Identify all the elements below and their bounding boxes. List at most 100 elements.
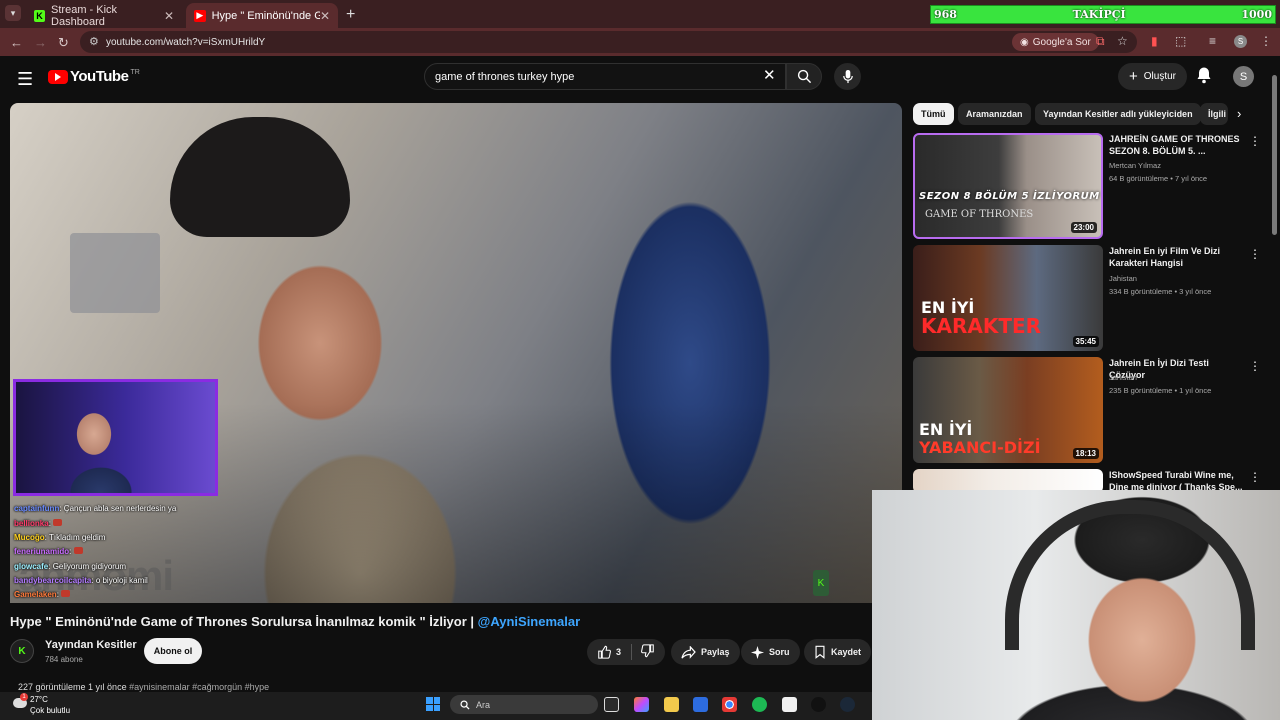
channel-avatar[interactable]: K: [10, 639, 34, 663]
hashtags[interactable]: #aynisinemalar #cağmorgün #hype: [129, 682, 269, 692]
ask-button[interactable]: Soru: [741, 639, 800, 665]
browser-profile-avatar[interactable]: S: [1234, 35, 1247, 48]
steam-icon[interactable]: [840, 697, 855, 712]
tab-kick-dashboard[interactable]: K Stream - Kick Dashboard ✕: [26, 3, 182, 28]
chat-text: Tıkladım geldim: [48, 533, 106, 542]
taskbar-search[interactable]: Ara: [450, 695, 598, 714]
obs-icon[interactable]: [811, 697, 826, 712]
url-text: youtube.com/watch?v=iSxmUHrildY: [106, 36, 266, 48]
share-button[interactable]: Paylaş: [671, 639, 740, 665]
related-thumbnail[interactable]: EN İYİ YABANCI-DİZİ 18:13: [913, 357, 1103, 463]
search-icon: [797, 69, 811, 84]
like-dislike-group: 3: [587, 639, 665, 665]
file-explorer-icon[interactable]: [664, 697, 679, 712]
youtube-play-icon: [48, 69, 68, 84]
bookmark-star-icon[interactable]: ☆: [1117, 34, 1128, 48]
forward-icon[interactable]: →: [34, 35, 47, 50]
chip-from-search[interactable]: Aramanızdan: [958, 103, 1031, 125]
chat-username: Gamelaken: [14, 590, 57, 599]
related-thumbnail[interactable]: SEZON 8 BÖLÜM 5 İZLİYORUM GAME OF THRONE…: [913, 133, 1103, 239]
notepad-icon[interactable]: [782, 697, 797, 712]
youtube-logo[interactable]: YouTube TR: [48, 68, 140, 85]
browser-menu-icon[interactable]: ⋮: [1260, 34, 1272, 48]
thumbnail-caption-line2: KARAKTER: [921, 314, 1042, 338]
account-avatar[interactable]: S: [1233, 66, 1254, 87]
thumbs-down-icon: [641, 644, 654, 658]
new-tab-icon[interactable]: +: [346, 6, 355, 24]
search-input[interactable]: game of thrones turkey hype: [424, 63, 786, 90]
menu-hamburger-icon[interactable]: ☰: [17, 69, 33, 90]
tab-youtube-video[interactable]: ▶ Hype " Eminönü'nde Game of T ✕: [186, 3, 338, 28]
scrollbar-thumb[interactable]: [1272, 75, 1277, 235]
related-title[interactable]: IShowSpeed Turabi Wine me, Dine me diniy…: [1109, 469, 1245, 491]
more-options-icon[interactable]: ⋮: [1249, 134, 1261, 148]
chat-username: Mucoğo: [14, 533, 45, 542]
clear-search-icon[interactable]: ✕: [763, 66, 776, 84]
youtube-favicon-icon: ▶: [194, 9, 206, 22]
chip-related[interactable]: İlgili: [1200, 103, 1228, 125]
view-count: 227 görüntüleme 1 yıl önce: [18, 682, 127, 692]
related-title[interactable]: Jahrein En iyi Film Ve Dizi Karakteri Ha…: [1109, 245, 1245, 269]
video-duration: 23:00: [1070, 222, 1097, 233]
more-options-icon[interactable]: ⋮: [1249, 359, 1261, 373]
tab-search-icon[interactable]: ▾: [5, 5, 21, 21]
search-icon: [460, 699, 470, 710]
chip-all[interactable]: Tümü: [913, 103, 954, 125]
chat-message: bandybearcoilcapita: o biyoloji kamil: [14, 576, 148, 585]
reading-list-icon[interactable]: ≡: [1209, 34, 1216, 48]
chat-text: Çançun abla sen nerlerdesin ya: [63, 504, 177, 513]
related-channel[interactable]: Jahistan: [1109, 371, 1137, 384]
cast-icon[interactable]: ⧉: [1096, 34, 1105, 49]
google-sor-label: Google'a Sor: [1032, 36, 1091, 48]
chat-text: o biyoloji kamil: [95, 576, 148, 585]
video-title-mention[interactable]: @AyniSinemalar: [478, 614, 581, 629]
back-icon[interactable]: ←: [10, 35, 23, 50]
save-button[interactable]: Kaydet: [804, 639, 872, 665]
subscribe-button[interactable]: Abone ol: [144, 638, 202, 664]
more-options-icon[interactable]: ⋮: [1249, 470, 1261, 484]
chat-message: feneriunamido:: [14, 547, 83, 556]
more-options-icon[interactable]: ⋮: [1249, 247, 1261, 261]
share-label: Paylaş: [701, 647, 730, 657]
bell-icon: [1197, 67, 1211, 84]
video-description-summary[interactable]: 227 görüntüleme 1 yıl önce #aynisinemala…: [18, 682, 269, 692]
close-tab-icon[interactable]: ✕: [320, 9, 330, 23]
video-duration: 35:45: [1072, 336, 1099, 347]
related-thumbnail[interactable]: EN İYİ KARAKTER 35:45: [913, 245, 1103, 351]
weather-widget[interactable]: 27°C Çok bulutlu: [30, 694, 70, 716]
chip-from-uploader[interactable]: Yayından Kesitler adlı yükleyiciden: [1035, 103, 1201, 125]
create-button[interactable]: + Oluştur: [1118, 63, 1187, 90]
related-channel[interactable]: Mertcan Yılmaz: [1109, 159, 1161, 172]
spotify-icon[interactable]: [752, 697, 767, 712]
thumbnail-caption-line2: YABANCI-DİZİ: [919, 438, 1041, 457]
close-tab-icon[interactable]: ✕: [164, 9, 174, 23]
chevron-right-icon[interactable]: ›: [1237, 106, 1241, 121]
search-button[interactable]: [786, 63, 822, 90]
chrome-icon[interactable]: [722, 697, 737, 712]
microphone-icon: [842, 69, 853, 84]
chat-message: Gamelaken:: [14, 590, 71, 599]
address-bar[interactable]: ⚙ youtube.com/watch?v=iSxmUHrildY: [80, 31, 1137, 53]
extensions-puzzle-icon[interactable]: ⬚: [1175, 34, 1186, 48]
chat-username: bandybearcoilcapita: [14, 576, 92, 585]
youtube-wordmark: YouTube: [70, 68, 129, 85]
like-button[interactable]: 3: [597, 645, 621, 659]
extension-icon[interactable]: ▮: [1151, 34, 1158, 48]
reload-icon[interactable]: ↻: [58, 35, 69, 51]
google-sor-button[interactable]: ◉ Google'a Sor: [1012, 33, 1099, 51]
voice-search-button[interactable]: [834, 63, 861, 90]
copilot-icon[interactable]: [634, 697, 649, 712]
site-info-icon[interactable]: ⚙: [89, 35, 99, 48]
windows-start-icon[interactable]: [426, 697, 440, 711]
dislike-button[interactable]: [641, 644, 655, 660]
weather-badge: 1: [20, 693, 28, 701]
related-channel[interactable]: Jahistan: [1109, 272, 1137, 285]
taskbar-search-placeholder: Ara: [476, 699, 491, 710]
store-icon[interactable]: [693, 697, 708, 712]
video-player[interactable]: [10, 103, 902, 603]
notifications-button[interactable]: [1196, 66, 1212, 89]
channel-name[interactable]: Yayından Kesitler: [45, 639, 137, 651]
thumbnail-caption-line1: EN İYİ: [919, 420, 973, 439]
related-title[interactable]: JAHREİN GAME OF THRONES SEZON 8. BÖLÜM 5…: [1109, 133, 1245, 157]
task-view-icon[interactable]: [604, 697, 619, 712]
